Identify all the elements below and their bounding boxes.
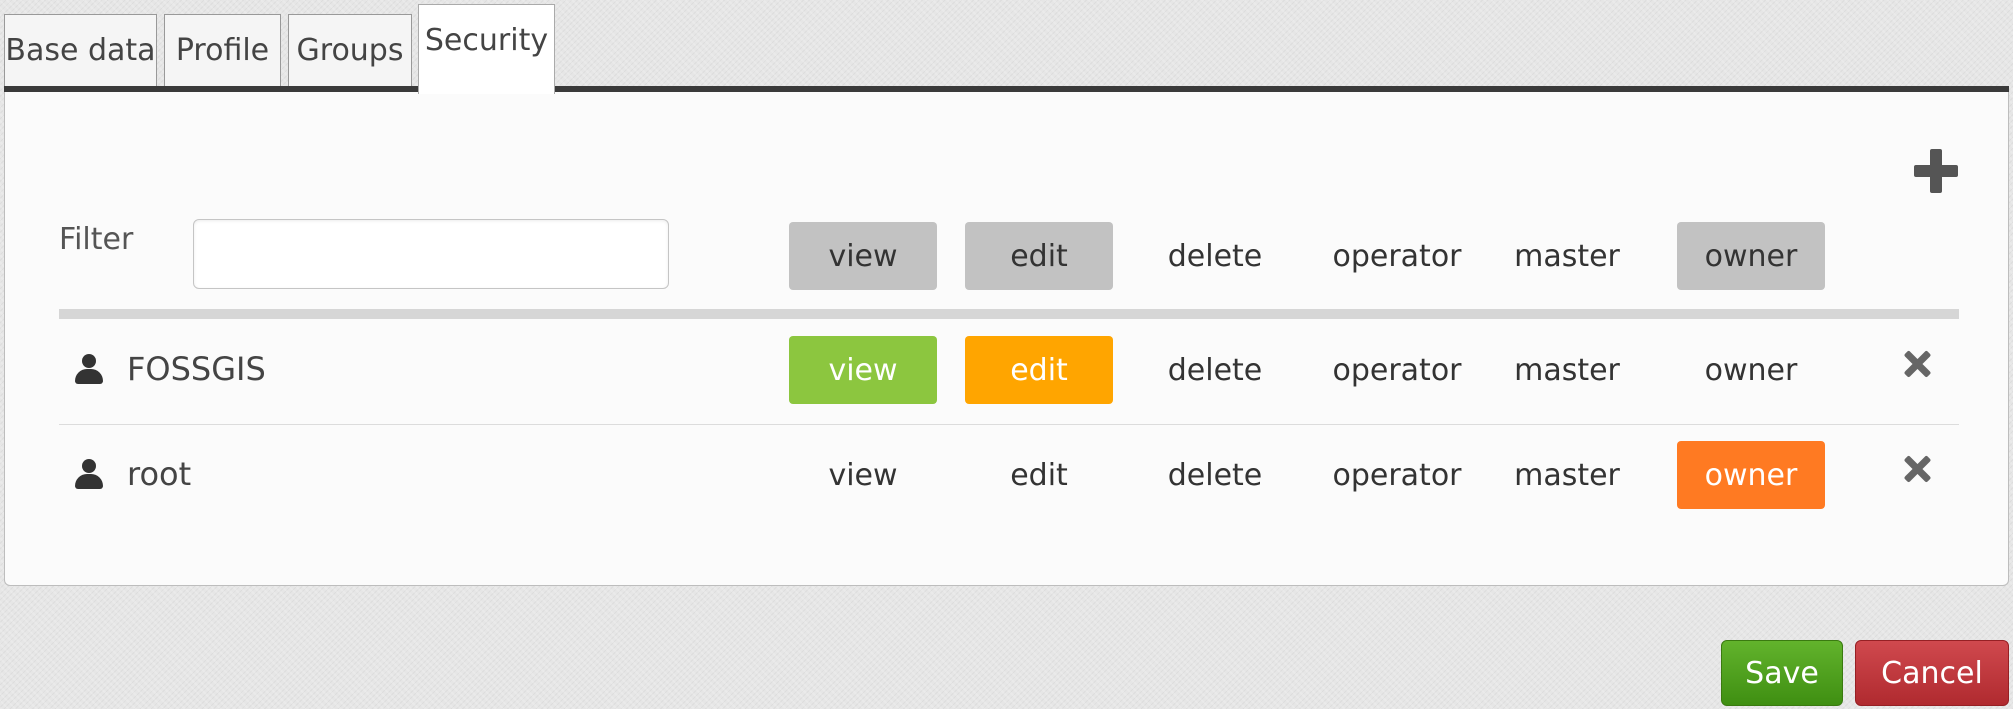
save-button[interactable]: Save [1721, 640, 1843, 706]
header-operator-toggle[interactable]: operator [1317, 222, 1477, 290]
tab-profile[interactable]: Profile [164, 14, 281, 86]
permission-view[interactable]: view [789, 336, 937, 404]
permission-master[interactable]: master [1493, 336, 1641, 404]
header-divider [59, 309, 1959, 319]
tab-base-data[interactable]: Base data [4, 14, 157, 86]
close-icon[interactable] [1901, 453, 1933, 485]
permission-operator[interactable]: operator [1317, 336, 1477, 404]
header-master-toggle[interactable]: master [1493, 222, 1641, 290]
user-name: FOSSGIS [127, 350, 266, 388]
permission-operator[interactable]: operator [1317, 441, 1477, 509]
filter-label: Filter [59, 222, 134, 257]
user-icon [75, 459, 103, 489]
plus-icon[interactable] [1914, 149, 1958, 193]
permission-view[interactable]: view [789, 441, 937, 509]
user-icon [75, 354, 103, 384]
close-icon[interactable] [1901, 348, 1933, 380]
permission-delete[interactable]: delete [1141, 441, 1289, 509]
row-divider [59, 424, 1959, 425]
tab-underline [4, 86, 2009, 92]
header-delete-toggle[interactable]: delete [1141, 222, 1289, 290]
filter-input[interactable] [193, 219, 669, 289]
permission-delete[interactable]: delete [1141, 336, 1289, 404]
header-owner-toggle[interactable]: owner [1677, 222, 1825, 290]
permission-edit[interactable]: edit [965, 441, 1113, 509]
permission-owner[interactable]: owner [1677, 336, 1825, 404]
tab-security[interactable]: Security [418, 4, 555, 94]
permission-edit[interactable]: edit [965, 336, 1113, 404]
tab-bar: Base data Profile Groups Security [4, 0, 2009, 94]
security-panel: Filter view edit delete operator master … [4, 92, 2009, 586]
user-name: root [127, 455, 192, 493]
permission-master[interactable]: master [1493, 441, 1641, 509]
permission-owner[interactable]: owner [1677, 441, 1825, 509]
tab-groups[interactable]: Groups [288, 14, 412, 86]
header-view-toggle[interactable]: view [789, 222, 937, 290]
header-edit-toggle[interactable]: edit [965, 222, 1113, 290]
cancel-button[interactable]: Cancel [1855, 640, 2009, 706]
